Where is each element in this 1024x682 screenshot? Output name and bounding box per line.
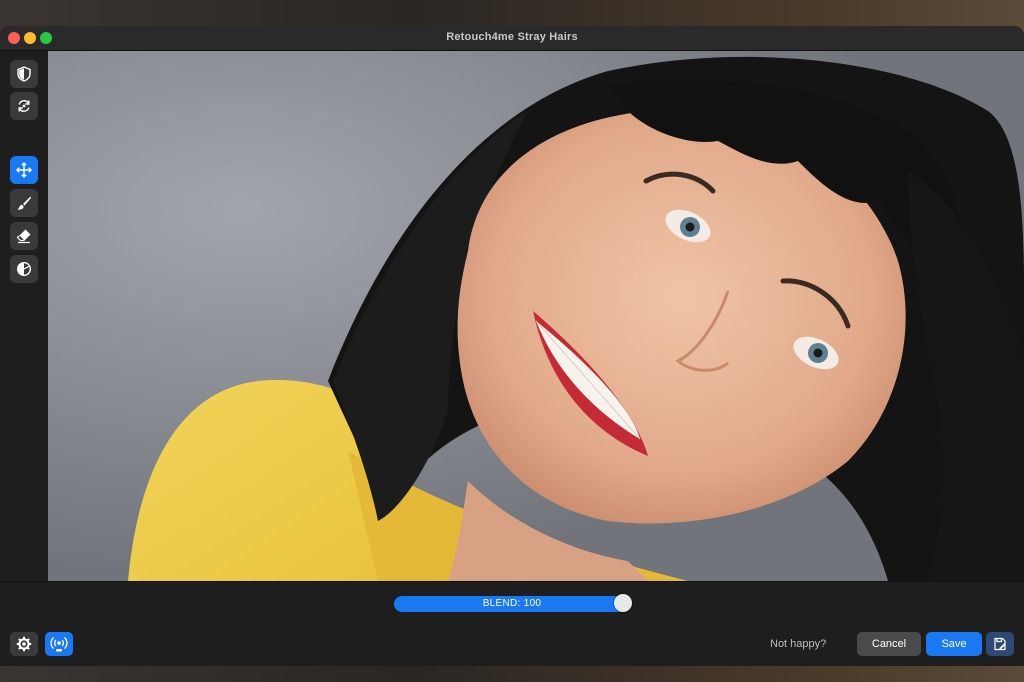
eraser-icon: [16, 229, 31, 244]
title-bar: Retouch4me Stray Hairs: [0, 26, 1024, 51]
save-options-button[interactable]: [986, 632, 1014, 656]
app-window: Retouch4me Stray Hairs BLEND: 100 Not ha…: [0, 26, 1024, 666]
blend-label: BLEND: 100: [482, 598, 542, 609]
tool-sidebar: [0, 51, 49, 581]
settings-button[interactable]: [10, 632, 38, 656]
photo-canvas[interactable]: [48, 51, 1024, 581]
move-icon: [16, 162, 32, 178]
bottom-bar: Not happy? Cancel Save: [0, 624, 1024, 666]
broadcast-icon: [50, 637, 68, 652]
cancel-button[interactable]: Cancel: [857, 632, 921, 656]
shield-icon: [17, 66, 31, 82]
save-button[interactable]: Save: [926, 632, 982, 656]
move-tool-button[interactable]: [10, 156, 38, 184]
broadcast-button[interactable]: [45, 632, 73, 656]
brush-tool-button[interactable]: [10, 189, 38, 217]
window-title: Retouch4me Stray Hairs: [446, 31, 578, 43]
blend-bar: BLEND: 100: [0, 581, 1024, 625]
blend-slider-knob[interactable]: [614, 594, 632, 612]
shield-tool-button[interactable]: [10, 60, 38, 88]
not-happy-link[interactable]: Not happy?: [770, 638, 826, 650]
blend-slider[interactable]: BLEND: 100: [394, 596, 630, 612]
refresh-icon: [18, 100, 30, 112]
save-edit-icon: [994, 637, 1006, 651]
contrast-icon: [16, 261, 32, 277]
gear-icon: [16, 636, 32, 652]
refresh-tool-button[interactable]: [10, 92, 38, 120]
portrait-photo: [48, 51, 1024, 581]
contrast-tool-button[interactable]: [10, 255, 38, 283]
brush-icon: [17, 196, 31, 210]
eraser-tool-button[interactable]: [10, 222, 38, 250]
